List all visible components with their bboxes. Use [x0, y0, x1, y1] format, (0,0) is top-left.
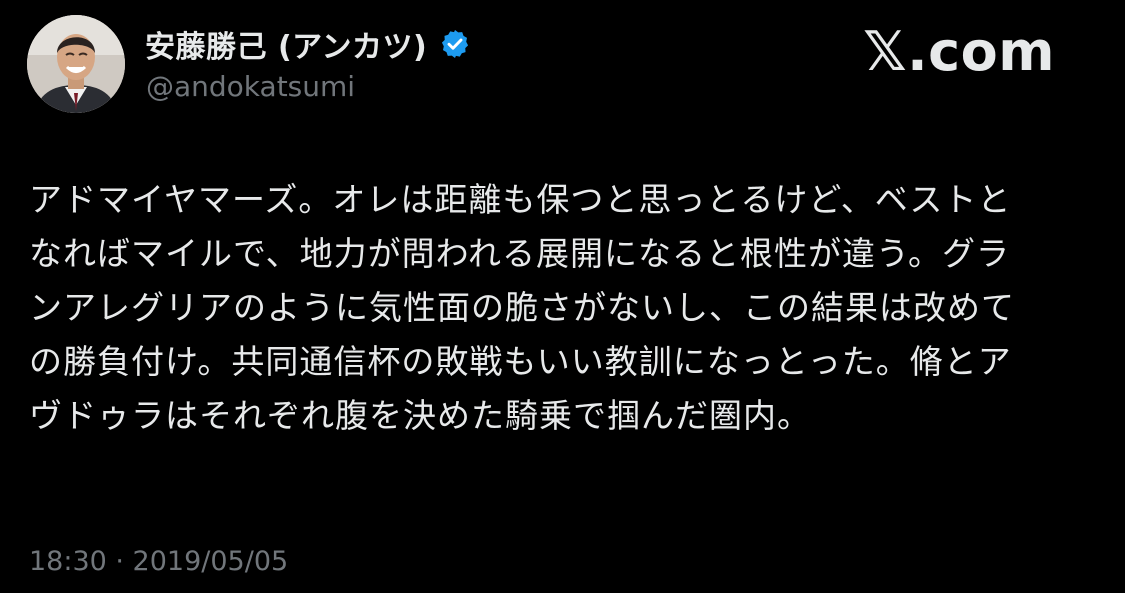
tweet-card: 安藤勝己 (アンカツ) @andokatsumi 𝕏.com アドマイヤマーズ。…	[0, 0, 1125, 593]
tweet-line: ヴドゥラはそれぞれ腹を決めた騎乗で掴んだ圏内。	[29, 396, 811, 435]
display-name[interactable]: 安藤勝己 (アンカツ)	[145, 22, 427, 66]
avatar-image	[27, 15, 125, 113]
verified-badge-icon	[439, 28, 471, 60]
brand-logo: 𝕏.com	[863, 20, 1055, 83]
tweet-line: アドマイヤマーズ。オレは距離も保つと思っとるけど、ベストと	[29, 180, 1012, 219]
tweet-line: なればマイルで、地力が問われる展開になると根性が違う。グラ	[29, 234, 1011, 273]
author-handle[interactable]: @andokatsumi	[146, 70, 355, 103]
tweet-text: アドマイヤマーズ。オレは距離も保つと思っとるけど、ベストと なればマイルで、地力…	[29, 173, 1099, 443]
tweet-timestamp[interactable]: 18:30 · 2019/05/05	[29, 546, 288, 577]
avatar[interactable]	[27, 15, 125, 113]
tweet-line: の勝負付け。共同通信杯の敗戦もいい教訓になっとった。脩とア	[29, 342, 1012, 381]
tweet-line: ンアレグリアのように気性面の脆さがないし、この結果は改めて	[29, 288, 1015, 327]
author-name-row: 安藤勝己 (アンカツ)	[145, 22, 471, 66]
